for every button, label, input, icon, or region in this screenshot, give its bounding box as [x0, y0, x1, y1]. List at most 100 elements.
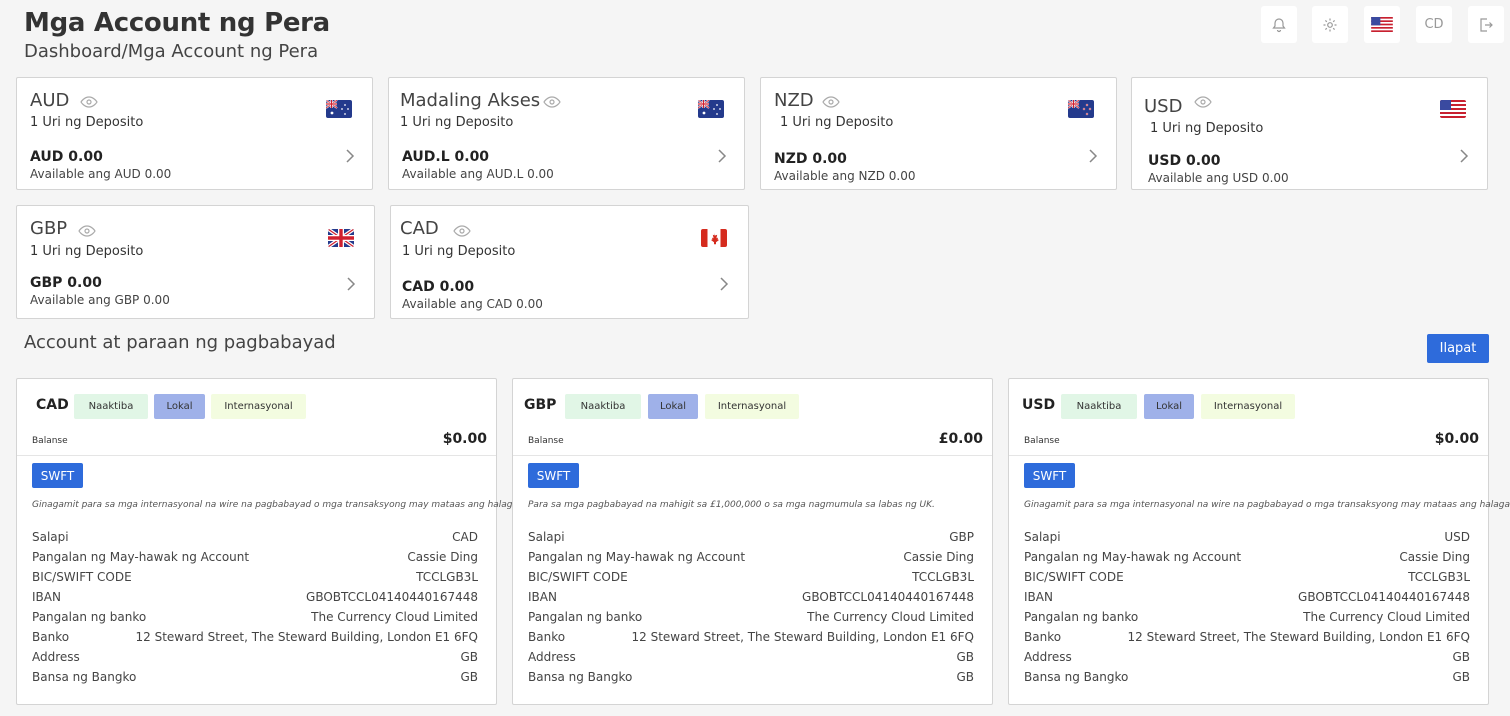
account-balance: AUD.L 0.00: [402, 149, 490, 165]
detail-row: BIC/SWIFT CODE TCCLGB3L: [1024, 570, 1470, 584]
chevron-right-icon[interactable]: [1457, 149, 1471, 163]
divider: [17, 455, 496, 456]
apply-button[interactable]: Ilapat: [1427, 334, 1489, 363]
detail-row: Pangalan ng banko The Currency Cloud Limi…: [32, 610, 478, 624]
payment-currency: CAD: [36, 397, 69, 413]
account-available: Available ang CAD 0.00: [402, 297, 543, 311]
status-badge-active[interactable]: Naaktiba: [1061, 394, 1137, 419]
status-badge-active[interactable]: Naaktiba: [74, 394, 148, 419]
method-description: Para sa mga pagbabayad na mahigit sa £1,…: [528, 500, 935, 510]
page-title: Mga Account ng Pera: [24, 8, 330, 38]
detail-row: IBAN GBOBTCCL04140440167448: [1024, 590, 1470, 604]
account-currency: GBP: [30, 218, 68, 239]
account-balance: GBP 0.00: [30, 275, 102, 291]
status-badge-local[interactable]: Lokal: [648, 394, 698, 419]
account-card-cad[interactable]: CAD 1 Uri ng Deposito CAD 0.00 Available…: [390, 205, 749, 319]
account-types: 1 Uri ng Deposito: [1150, 121, 1264, 136]
detail-row: Bansa ng Bangko GB: [528, 670, 974, 684]
detail-row: BIC/SWIFT CODE TCCLGB3L: [528, 570, 974, 584]
bell-icon: [1272, 17, 1286, 32]
status-badge-local[interactable]: Lokal: [154, 394, 205, 419]
balance-amount: £0.00: [938, 431, 983, 447]
status-badge-international[interactable]: Internasyonal: [1201, 394, 1295, 419]
user-avatar[interactable]: CD: [1416, 6, 1452, 43]
account-available: Available ang GBP 0.00: [30, 293, 170, 307]
detail-row: Pangalan ng May-hawak ng Account Cassie D…: [528, 550, 974, 564]
bank-details: Salapi USD Pangalan ng May-hawak ng Accou…: [1024, 527, 1470, 687]
detail-row: Pangalan ng banko The Currency Cloud Limi…: [1024, 610, 1470, 624]
balance-amount: $0.00: [1434, 431, 1479, 447]
notifications-button[interactable]: [1261, 6, 1297, 43]
settings-button[interactable]: [1312, 6, 1348, 43]
eye-icon[interactable]: [543, 96, 561, 108]
account-currency: NZD: [774, 90, 814, 111]
detail-row: IBAN GBOBTCCL04140440167448: [528, 590, 974, 604]
status-badge-international[interactable]: Internasyonal: [705, 394, 799, 419]
account-available: Available ang USD 0.00: [1148, 171, 1289, 185]
status-badge-local[interactable]: Lokal: [1144, 394, 1194, 419]
detail-row: Banko 12 Steward Street, The Steward Buil…: [32, 630, 478, 644]
account-currency: Madaling Akses: [400, 90, 541, 111]
uk-flag-icon: [328, 229, 354, 247]
usa-flag-icon: [1371, 17, 1393, 32]
method-description: Ginagamit para sa mga internasyonal na w…: [32, 500, 521, 510]
detail-row: Pangalan ng May-hawak ng Account Cassie D…: [1024, 550, 1470, 564]
chevron-right-icon[interactable]: [344, 277, 358, 291]
account-currency: USD: [1144, 96, 1183, 117]
method-description: Ginagamit para sa mga internasyonal na w…: [1024, 500, 1510, 510]
account-card-nzd[interactable]: NZD 1 Uri ng Deposito NZD 0.00 Available…: [760, 77, 1117, 190]
chevron-right-icon[interactable]: [717, 277, 731, 291]
logout-button[interactable]: [1468, 6, 1504, 43]
breadcrumb[interactable]: Dashboard/Mga Account ng Pera: [24, 41, 318, 62]
gear-icon: [1323, 18, 1337, 31]
account-balance: CAD 0.00: [402, 279, 475, 295]
divider: [513, 455, 992, 456]
detail-row: Address GB: [528, 650, 974, 664]
australia-flag-icon: [698, 100, 724, 118]
detail-row: Bansa ng Bangko GB: [1024, 670, 1470, 684]
swift-method-button[interactable]: SWFT: [32, 463, 83, 488]
language-button[interactable]: [1364, 6, 1400, 43]
account-currency: CAD: [400, 218, 439, 239]
detail-row: Salapi CAD: [32, 530, 478, 544]
swift-method-button[interactable]: SWFT: [1024, 463, 1075, 488]
australia-flag-icon: [326, 100, 352, 118]
eye-icon[interactable]: [80, 96, 98, 108]
divider: [1009, 455, 1488, 456]
payment-currency: GBP: [524, 397, 557, 413]
detail-row: Bansa ng Bangko GB: [32, 670, 478, 684]
account-card-aud[interactable]: AUD 1 Uri ng Deposito AUD 0.00 Available…: [16, 77, 373, 190]
detail-row: Pangalan ng May-hawak ng Account Cassie D…: [32, 550, 478, 564]
chevron-right-icon[interactable]: [1086, 149, 1100, 163]
eye-icon[interactable]: [78, 225, 96, 237]
section-title: Account at paraan ng pagbabayad: [24, 332, 336, 353]
payment-card-gbp: GBP Naaktiba Lokal Internasyonal Balanse…: [512, 378, 993, 705]
account-available: Available ang AUD.L 0.00: [402, 167, 554, 181]
balance-label: Balanse: [32, 436, 68, 446]
eye-icon[interactable]: [1194, 96, 1212, 108]
account-card-gbp[interactable]: GBP 1 Uri ng Deposito GBP 0.00 Available…: [16, 205, 375, 319]
payment-card-cad: CAD Naaktiba Lokal Internasyonal Balanse…: [16, 378, 521, 705]
chevron-right-icon[interactable]: [715, 149, 729, 163]
payment-currency: USD: [1022, 397, 1056, 413]
eye-icon[interactable]: [453, 225, 471, 237]
detail-row: Salapi GBP: [528, 530, 974, 544]
eye-icon[interactable]: [822, 96, 840, 108]
account-balance: NZD 0.00: [774, 151, 847, 167]
new-zealand-flag-icon: [1068, 100, 1094, 118]
account-available: Available ang NZD 0.00: [774, 169, 916, 183]
swift-method-button[interactable]: SWFT: [528, 463, 579, 488]
status-badge-international[interactable]: Internasyonal: [211, 394, 306, 419]
detail-row: BIC/SWIFT CODE TCCLGB3L: [32, 570, 478, 584]
bank-details: Salapi CAD Pangalan ng May-hawak ng Accou…: [32, 527, 478, 687]
detail-row: Salapi USD: [1024, 530, 1470, 544]
status-badge-active[interactable]: Naaktiba: [565, 394, 641, 419]
detail-row: Address GB: [1024, 650, 1470, 664]
account-card-usd[interactable]: USD 1 Uri ng Deposito USD 0.00 Available…: [1131, 77, 1488, 190]
payment-card-usd: USD Naaktiba Lokal Internasyonal Balanse…: [1008, 378, 1510, 705]
chevron-right-icon[interactable]: [343, 149, 357, 163]
account-card-aud-l[interactable]: Madaling Akses 1 Uri ng Deposito AUD.L 0…: [388, 77, 745, 190]
account-balance: USD 0.00: [1148, 153, 1221, 169]
detail-row: Address GB: [32, 650, 478, 664]
canada-flag-icon: [701, 229, 727, 247]
